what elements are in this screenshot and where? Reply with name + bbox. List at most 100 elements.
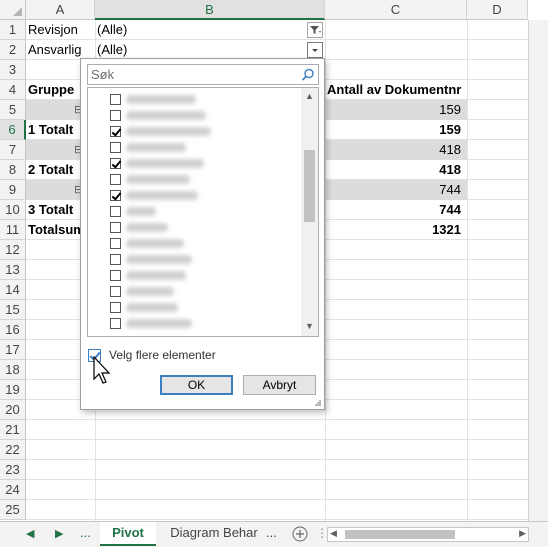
filter-list-item[interactable] (110, 283, 174, 299)
row-header[interactable]: 22 (0, 440, 26, 460)
item-checkbox[interactable] (110, 317, 121, 329)
column-header-c[interactable]: C (325, 0, 467, 20)
item-checkbox[interactable] (110, 285, 121, 297)
filter-value-ansvarlig[interactable]: (Alle) (97, 40, 217, 60)
row-header[interactable]: 12 (0, 240, 26, 260)
hscroll-thumb[interactable] (345, 530, 455, 539)
pivot-group-row-3[interactable]: ⊟ (26, 180, 80, 200)
horizontal-scrollbar[interactable]: ◀ ▶ (327, 527, 529, 542)
item-checkbox[interactable] (110, 301, 121, 313)
filter-list-item[interactable] (110, 299, 178, 315)
scroll-down-arrow-icon[interactable]: ▼ (304, 321, 315, 332)
filter-value-revisjon[interactable]: (Alle) (97, 20, 217, 40)
filter-list-item[interactable] (110, 219, 168, 235)
filter-dropdown-ansvarlig[interactable] (307, 42, 323, 58)
tab-scroll-right-icon[interactable]: ▶ (55, 527, 63, 540)
filter-list-item[interactable] (110, 91, 196, 107)
row-header[interactable]: 16 (0, 320, 26, 340)
add-sheet-icon[interactable] (292, 526, 308, 542)
pivot-total-label[interactable]: 3 Totalt (28, 200, 80, 220)
list-scrollbar[interactable]: ▲ ▼ (301, 88, 318, 336)
row-header[interactable]: 19 (0, 380, 26, 400)
pivot-grand-total-value[interactable]: 1321 (325, 220, 467, 240)
row-header[interactable]: 5 (0, 100, 26, 120)
sheet-vertical-scrollbar[interactable] (528, 20, 548, 521)
column-header-a[interactable]: A (26, 0, 95, 20)
pivot-group-row-1[interactable]: ⊟ (26, 100, 80, 120)
row-header[interactable]: 3 (0, 60, 26, 80)
item-checkbox[interactable] (110, 269, 121, 281)
filter-label-ansvarlig[interactable]: Ansvarlig (28, 40, 94, 60)
row-header[interactable]: 9 (0, 180, 26, 200)
filter-list-item[interactable] (110, 267, 186, 283)
tab-scroll-left-icon[interactable]: ◀ (26, 527, 34, 540)
filter-list-item[interactable] (110, 123, 211, 139)
filter-list-item[interactable] (110, 315, 192, 331)
filter-label-revisjon[interactable]: Revisjon (28, 20, 94, 40)
row-header[interactable]: 4 (0, 80, 26, 100)
item-checkbox[interactable] (110, 141, 121, 153)
row-header[interactable]: 8 (0, 160, 26, 180)
filter-list-item[interactable] (110, 107, 206, 123)
item-checkbox[interactable] (110, 237, 121, 249)
column-header-d[interactable]: D (467, 0, 528, 20)
filter-list-item[interactable] (110, 235, 184, 251)
ok-button[interactable]: OK (160, 375, 233, 395)
filter-list-item[interactable] (110, 203, 156, 219)
hscroll-left-arrow-icon[interactable]: ◀ (330, 528, 337, 539)
pivot-group-row-2[interactable]: ⊟ (26, 140, 80, 160)
pivot-value-cell[interactable]: 159 (325, 100, 467, 120)
pivot-total-label[interactable]: 2 Totalt (28, 160, 80, 180)
pivot-total-value[interactable]: 159 (325, 120, 467, 140)
resize-grip-icon[interactable] (314, 399, 322, 407)
filter-list-item[interactable] (110, 155, 204, 171)
filter-item-list[interactable]: ▲ ▼ (87, 87, 319, 337)
row-header[interactable]: 10 (0, 200, 26, 220)
column-header-b[interactable]: B (95, 0, 325, 20)
tab-more-left[interactable]: ... (80, 525, 91, 540)
row-header[interactable]: 23 (0, 460, 26, 480)
item-checkbox[interactable] (110, 157, 121, 169)
row-header[interactable]: 14 (0, 280, 26, 300)
pivot-header-count[interactable]: Antall av Dokumentnr (325, 80, 467, 100)
pivot-total-value[interactable]: 418 (325, 160, 467, 180)
tab-diagram-behar[interactable]: Diagram Behar (166, 522, 262, 546)
row-header[interactable]: 11 (0, 220, 26, 240)
search-input[interactable]: Søk (87, 64, 319, 85)
filter-list-item[interactable] (110, 251, 192, 267)
scroll-up-arrow-icon[interactable]: ▲ (304, 91, 315, 102)
row-header[interactable]: 7 (0, 140, 26, 160)
cancel-button[interactable]: Avbryt (243, 375, 316, 395)
row-header[interactable]: 2 (0, 40, 26, 60)
pivot-total-label[interactable]: 1 Totalt (28, 120, 80, 140)
pivot-value-cell[interactable]: 744 (325, 180, 467, 200)
item-checkbox[interactable] (110, 205, 121, 217)
row-header[interactable]: 13 (0, 260, 26, 280)
scrollbar-thumb[interactable] (304, 150, 315, 222)
row-header[interactable]: 24 (0, 480, 26, 500)
row-header[interactable]: 17 (0, 340, 26, 360)
row-header[interactable]: 21 (0, 420, 26, 440)
row-header[interactable]: 20 (0, 400, 26, 420)
filter-list-item[interactable] (110, 187, 198, 203)
row-header[interactable]: 15 (0, 300, 26, 320)
row-header[interactable]: 1 (0, 20, 26, 40)
row-header[interactable]: 6 (0, 120, 26, 140)
pivot-header-group[interactable]: Gruppe (28, 80, 80, 100)
filter-list-item[interactable] (110, 139, 186, 155)
item-checkbox[interactable] (110, 109, 121, 121)
row-header[interactable]: 18 (0, 360, 26, 380)
tab-more-right[interactable]: ... (266, 525, 277, 540)
item-checkbox[interactable] (110, 189, 121, 201)
item-checkbox[interactable] (110, 173, 121, 185)
hscroll-right-arrow-icon[interactable]: ▶ (519, 528, 526, 539)
filter-dropdown-revisjon[interactable] (307, 22, 323, 38)
row-header[interactable]: 25 (0, 500, 26, 520)
pivot-grand-total-label[interactable]: Totalsum (28, 220, 80, 240)
filter-list-item[interactable] (110, 171, 190, 187)
pivot-total-value[interactable]: 744 (325, 200, 467, 220)
tab-pivot[interactable]: Pivot (100, 522, 156, 546)
item-checkbox[interactable] (110, 125, 121, 137)
item-checkbox[interactable] (110, 93, 121, 105)
item-checkbox[interactable] (110, 221, 121, 233)
